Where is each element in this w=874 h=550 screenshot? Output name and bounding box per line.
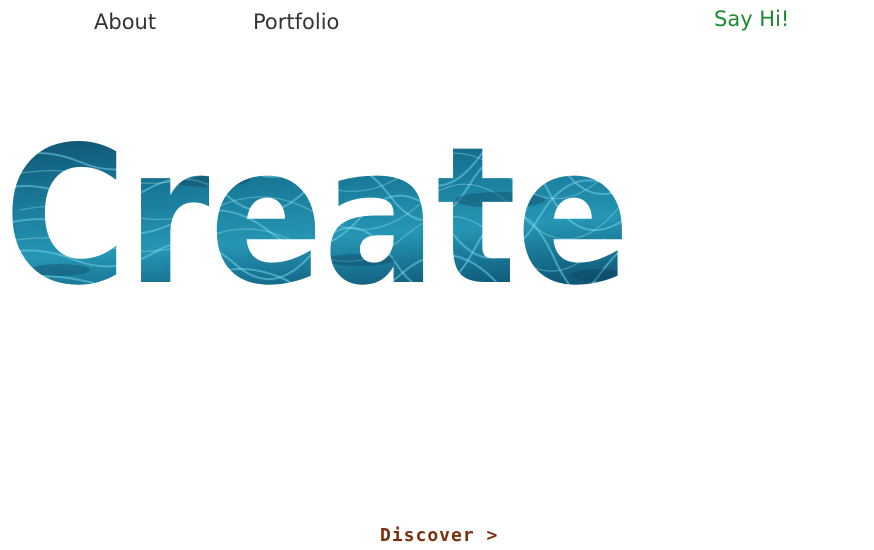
landing-page: About Portfolio Say Hi! Create Discover … xyxy=(0,0,874,550)
nav-link-about[interactable]: About xyxy=(94,12,156,33)
hero-headline-svg: Create xyxy=(4,120,630,310)
hero-headline-text: Create xyxy=(4,120,630,310)
discover-link[interactable]: Discover > xyxy=(380,527,498,545)
hero-headline: Create xyxy=(0,120,660,310)
nav-link-say-hi[interactable]: Say Hi! xyxy=(714,9,789,30)
nav-link-portfolio[interactable]: Portfolio xyxy=(253,12,339,33)
